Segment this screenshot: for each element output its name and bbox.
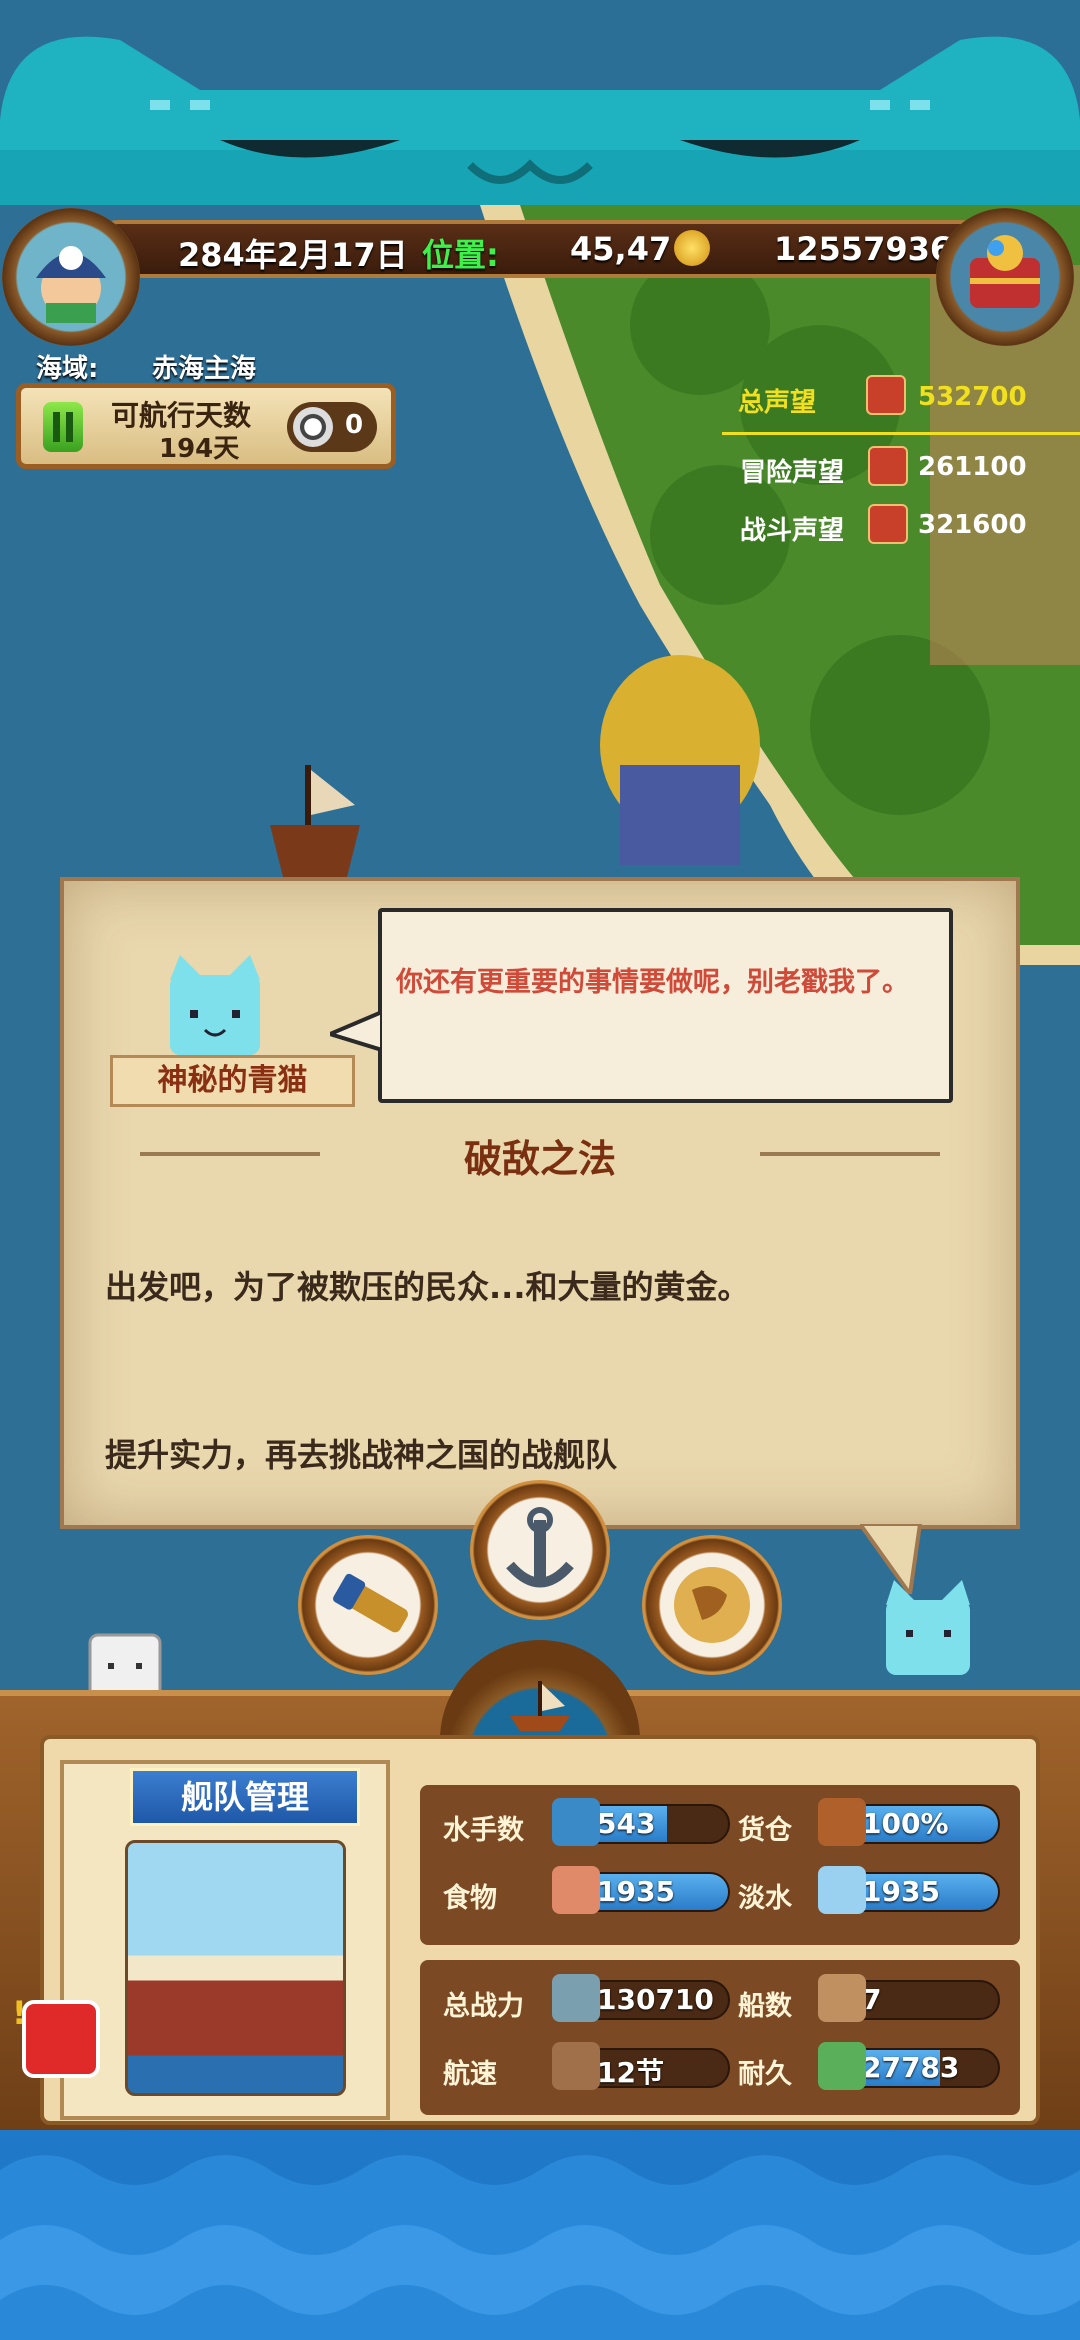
voyage-days-value: 194天 <box>159 434 240 464</box>
status-bar: 284年2月17日 位置: 45,47 12557936 <box>90 220 990 278</box>
pirate-avatar-icon <box>36 246 106 323</box>
spyglass-button[interactable] <box>298 1535 438 1675</box>
cargo-crate-icon <box>818 1798 866 1846</box>
battle-reputation-icon <box>868 504 908 544</box>
water-jug-icon <box>818 1866 866 1914</box>
anchor-button[interactable] <box>470 1480 610 1620</box>
pause-icon[interactable] <box>43 402 83 452</box>
cat-frame-decoration <box>0 36 1080 210</box>
battle-reputation-value: 321600 <box>918 510 1027 540</box>
adventure-reputation-value: 261100 <box>918 452 1027 482</box>
anchor-icon <box>506 1507 574 1588</box>
treasure-chest-icon <box>970 235 1040 308</box>
water-label: 淡水 <box>738 1883 792 1914</box>
treasure-chest-button[interactable] <box>936 208 1074 346</box>
sea-name: 赤海主海 <box>152 354 257 384</box>
sailing-ship-icon <box>552 2042 600 2090</box>
exclamation-icon: ! <box>12 1994 27 2032</box>
total-power-label: 总战力 <box>443 1991 524 2022</box>
battle-reputation-label: 战斗声望 <box>740 516 845 546</box>
adventure-reputation-label: 冒险声望 <box>740 458 845 488</box>
food-value: 1935 <box>597 1875 675 1908</box>
player-avatar[interactable] <box>2 208 140 346</box>
ship-icon <box>270 765 360 885</box>
cargo-value: 100% <box>862 1807 949 1840</box>
position-label: 位置: <box>422 236 499 274</box>
counter-value: 0 <box>345 410 364 440</box>
voyage-days-panel: 可航行天数 194天 0 <box>16 383 396 469</box>
food-label: 食物 <box>443 1883 497 1914</box>
blue-cat-npc-icon <box>170 955 260 1055</box>
ocean-waves <box>0 2130 1080 2340</box>
ship-cross-section-image[interactable] <box>125 1840 346 2096</box>
fortress-landmark <box>600 655 760 865</box>
task-description-line-2: 提升实力，再去挑战神之国的战舰队 <box>105 1436 618 1474</box>
total-reputation-value: 532700 <box>918 382 1027 412</box>
npc-name-plate: 神秘的青猫 <box>110 1055 355 1107</box>
task-description-line-1: 出发吧，为了被欺压的民众...和大量的黄金。 <box>105 1268 750 1306</box>
durability-value: 27783 <box>862 2051 960 2084</box>
bubble-tail <box>330 1009 382 1053</box>
durability-label: 耐久 <box>738 2059 792 2090</box>
water-value: 1935 <box>862 1875 940 1908</box>
fleet-ship-icon <box>510 1681 570 1731</box>
ring-icon <box>293 407 333 447</box>
sailor-icon <box>552 1798 600 1846</box>
ship-count-icon <box>818 1974 866 2022</box>
alert-ship-button[interactable]: ! <box>12 1994 100 2078</box>
speed-value: 12节 <box>597 2056 664 2088</box>
globe-button[interactable] <box>642 1535 782 1675</box>
speech-bubble: 你还有更重要的事情要做呢，别老戳我了。 <box>378 908 953 1103</box>
sailors-label: 水手数 <box>443 1815 524 1846</box>
ship-count-label: 船数 <box>738 1991 792 2022</box>
durability-icon <box>818 2042 866 2090</box>
title-divider-left <box>140 1152 320 1156</box>
cargo-label: 货仓 <box>738 1815 792 1846</box>
blue-cat-helper-icon <box>886 1580 970 1675</box>
meat-icon <box>552 1866 600 1914</box>
counter-box: 0 <box>287 402 377 452</box>
gold-coin-icon <box>674 230 710 266</box>
total-reputation-label: 总声望 <box>738 388 817 418</box>
gold-amount: 12557936 <box>774 230 953 268</box>
total-reputation-icon <box>866 375 906 415</box>
globe-icon <box>674 1567 750 1643</box>
adventure-reputation-icon <box>868 446 908 486</box>
npc-speech-text: 你还有更重要的事情要做呢，别老戳我了。 <box>396 967 909 998</box>
sea-label: 海域: <box>36 354 99 384</box>
title-divider-right <box>760 1152 940 1156</box>
position-value: 45,47 <box>570 230 672 268</box>
sailors-value: 543 <box>597 1807 656 1840</box>
total-power-value: 130710 <box>597 1983 714 2016</box>
spyglass-icon <box>333 1573 408 1633</box>
crossed-swords-icon <box>552 1974 600 2022</box>
fleet-management-button[interactable]: 舰队管理 <box>130 1768 360 1826</box>
speed-label: 航速 <box>443 2059 497 2090</box>
task-title: 破敌之法 <box>463 1137 616 1181</box>
game-date: 284年2月17日 <box>178 236 408 274</box>
reputation-divider <box>722 432 1080 435</box>
